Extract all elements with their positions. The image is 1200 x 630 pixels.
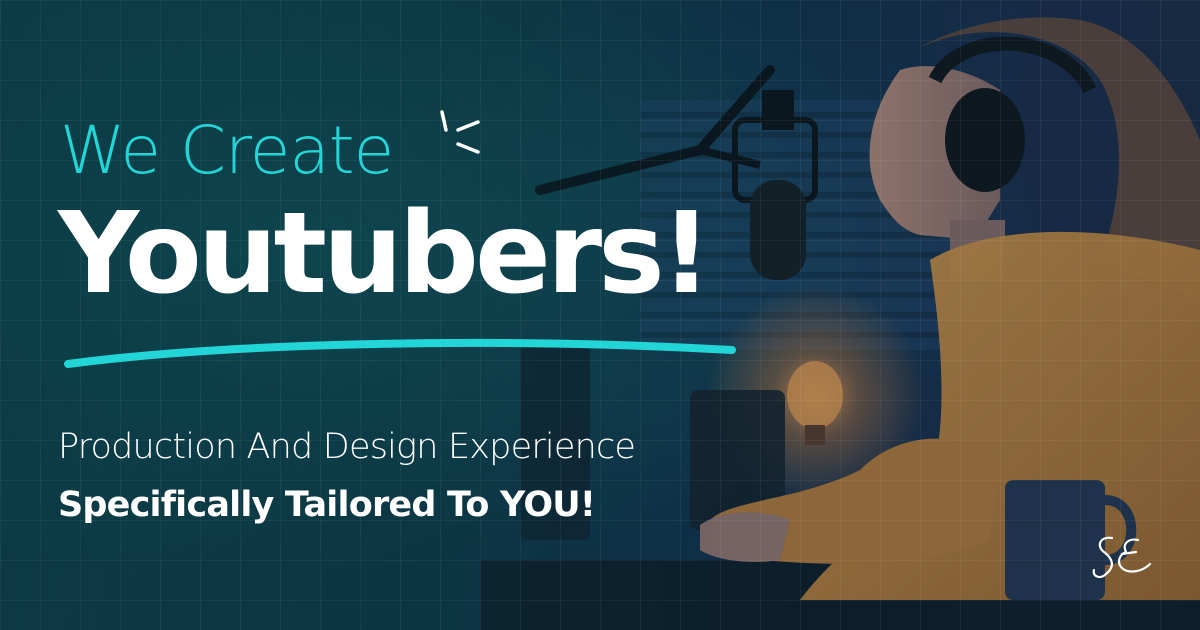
subheadline-line-2: Specifically Tailored To YOU! <box>58 485 596 525</box>
subheadline-line-1: Production And Design Experience <box>58 427 636 467</box>
headline-line-2: Youtubers! <box>58 189 712 319</box>
banner: We Create Youtubers! Production And Desi… <box>0 0 1200 630</box>
headline-line-1: We Create <box>60 112 394 189</box>
sparkle-icon <box>440 110 480 154</box>
underline-swoosh <box>64 338 736 368</box>
se-logo <box>1092 536 1152 579</box>
